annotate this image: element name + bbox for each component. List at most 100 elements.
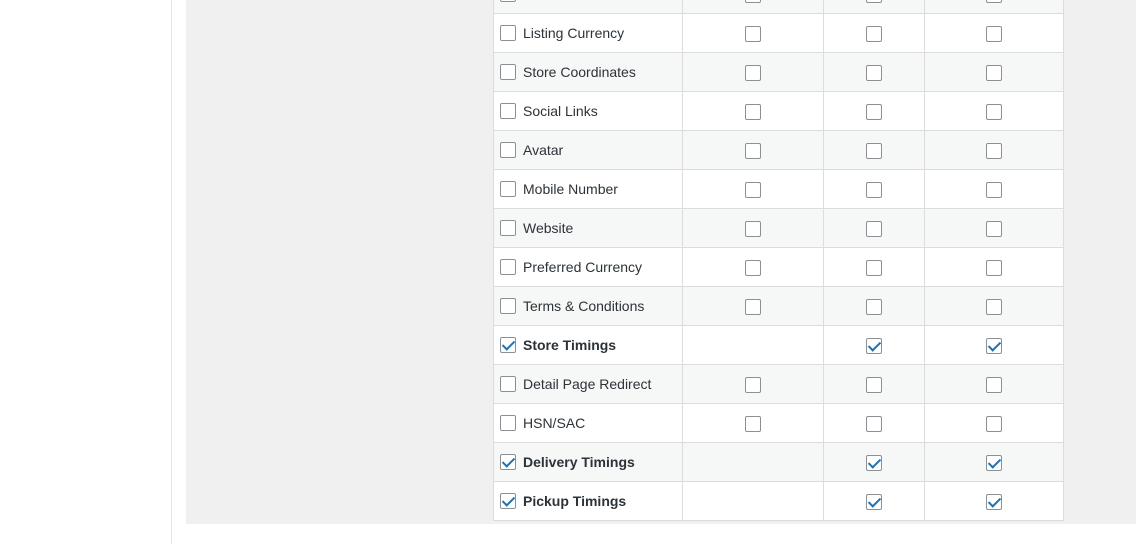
permission-checkbox-social-links-3[interactable]	[865, 103, 882, 120]
permission-cell-2	[681, 403, 824, 443]
permission-cell-3	[822, 0, 926, 14]
permission-checkbox-website-4[interactable]	[986, 220, 1003, 237]
field-label: Terms & Conditions	[523, 298, 645, 314]
permission-checkbox-avatar-2[interactable]	[744, 142, 761, 159]
permission-cell-4	[924, 169, 1064, 209]
permission-checkbox-pickup-timings-3[interactable]	[865, 493, 882, 510]
enable-checkbox-avatar[interactable]	[500, 142, 516, 158]
field-name-wrap: Terms & Conditions	[500, 298, 682, 314]
permission-checkbox-mobile-number-2[interactable]	[744, 181, 761, 198]
field-permissions-table: Listing Currency Store Coordinates Social …	[493, 0, 1064, 521]
field-label: Avatar	[523, 142, 564, 158]
permission-checkbox-hsn-sac-2[interactable]	[744, 415, 761, 432]
field-name-wrap: Website	[500, 220, 682, 236]
permission-cell-3	[822, 481, 926, 521]
permission-cell-2	[681, 286, 824, 326]
field-label: Store Timings	[523, 337, 617, 353]
permission-checkbox-field-2[interactable]	[744, 0, 761, 3]
table-row: Delivery Timings	[493, 442, 1064, 482]
field-name-cell: Social Links	[493, 91, 683, 131]
field-label: Delivery Timings	[523, 454, 635, 470]
permission-checkbox-hsn-sac-3[interactable]	[865, 415, 882, 432]
enable-checkbox-mobile-number[interactable]	[500, 181, 516, 197]
permission-checkbox-listing-currency-2[interactable]	[744, 25, 761, 42]
permission-cell-4	[924, 247, 1064, 287]
permission-checkbox-avatar-4[interactable]	[986, 142, 1003, 159]
field-name-wrap: Detail Page Redirect	[500, 376, 682, 392]
table-row: Social Links	[493, 91, 1064, 131]
sidebar-divider	[171, 0, 172, 544]
permission-checkbox-preferred-currency-4[interactable]	[986, 259, 1003, 276]
permission-checkbox-delivery-timings-4[interactable]	[986, 454, 1003, 471]
enable-checkbox-store-timings[interactable]	[500, 337, 516, 353]
permission-cell-3	[822, 208, 926, 248]
enable-checkbox-hsn-sac[interactable]	[500, 415, 516, 431]
enable-checkbox-social-links[interactable]	[500, 103, 516, 119]
permission-checkbox-listing-currency-4[interactable]	[986, 25, 1003, 42]
permission-cell-3	[822, 52, 926, 92]
permission-checkbox-store-coordinates-4[interactable]	[986, 64, 1003, 81]
field-name-cell: Listing Currency	[493, 13, 683, 53]
table-row: Website	[493, 208, 1064, 248]
permission-checkbox-mobile-number-3[interactable]	[865, 181, 882, 198]
permission-cell-4	[924, 364, 1064, 404]
enable-checkbox-preferred-currency[interactable]	[500, 259, 516, 275]
enable-checkbox-website[interactable]	[500, 220, 516, 236]
permission-cell-4	[924, 13, 1064, 53]
field-label: Pickup Timings	[523, 493, 627, 509]
field-name-cell: Website	[493, 208, 683, 248]
permission-checkbox-social-links-2[interactable]	[744, 103, 761, 120]
permission-checkbox-pickup-timings-4[interactable]	[986, 493, 1003, 510]
enable-checkbox-store-coordinates[interactable]	[500, 64, 516, 80]
permission-checkbox-store-coordinates-3[interactable]	[865, 64, 882, 81]
permission-cell-2	[681, 481, 824, 521]
field-name-wrap: Avatar	[500, 142, 682, 158]
enable-checkbox-terms-conditions[interactable]	[500, 298, 516, 314]
permission-checkbox-detail-page-redirect-2[interactable]	[744, 376, 761, 393]
permission-checkbox-listing-currency-3[interactable]	[865, 25, 882, 42]
permission-cell-3	[822, 247, 926, 287]
permission-checkbox-store-timings-4[interactable]	[986, 337, 1003, 354]
field-name-cell	[493, 0, 683, 14]
permission-checkbox-social-links-4[interactable]	[986, 103, 1003, 120]
field-name-cell: Delivery Timings	[493, 442, 683, 482]
permission-cell-2	[681, 325, 824, 365]
field-name-wrap	[500, 0, 682, 2]
permission-checkbox-terms-conditions-3[interactable]	[865, 298, 882, 315]
permission-cell-3	[822, 403, 926, 443]
field-name-cell: Pickup Timings	[493, 481, 683, 521]
field-label: Detail Page Redirect	[523, 376, 652, 392]
permission-checkbox-store-timings-3[interactable]	[865, 337, 882, 354]
permission-checkbox-delivery-timings-3[interactable]	[865, 454, 882, 471]
permission-checkbox-terms-conditions-4[interactable]	[986, 298, 1003, 315]
permission-checkbox-detail-page-redirect-4[interactable]	[986, 376, 1003, 393]
permission-cell-2	[681, 208, 824, 248]
permission-cell-2	[681, 130, 824, 170]
permission-cell-3	[822, 364, 926, 404]
permission-checkbox-field-4[interactable]	[986, 0, 1003, 3]
table-row	[493, 0, 1064, 14]
enable-checkbox-delivery-timings[interactable]	[500, 454, 516, 470]
field-name-cell: Preferred Currency	[493, 247, 683, 287]
permission-checkbox-website-2[interactable]	[744, 220, 761, 237]
permission-checkbox-field-3[interactable]	[865, 0, 882, 3]
permission-checkbox-mobile-number-4[interactable]	[986, 181, 1003, 198]
permission-cell-3	[822, 442, 926, 482]
permission-checkbox-website-3[interactable]	[865, 220, 882, 237]
permission-cell-4	[924, 0, 1064, 14]
permission-checkbox-preferred-currency-2[interactable]	[744, 259, 761, 276]
enable-checkbox-detail-page-redirect[interactable]	[500, 376, 516, 392]
permission-checkbox-detail-page-redirect-3[interactable]	[865, 376, 882, 393]
permission-checkbox-preferred-currency-3[interactable]	[865, 259, 882, 276]
table-row: Avatar	[493, 130, 1064, 170]
permission-checkbox-terms-conditions-2[interactable]	[744, 298, 761, 315]
table-row: Detail Page Redirect	[493, 364, 1064, 404]
enable-checkbox-pickup-timings[interactable]	[500, 493, 516, 509]
field-permissions-body: Listing Currency Store Coordinates Social …	[493, 0, 1064, 521]
permission-checkbox-avatar-3[interactable]	[865, 142, 882, 159]
enable-checkbox-field[interactable]	[500, 0, 516, 2]
permission-checkbox-store-coordinates-2[interactable]	[744, 64, 761, 81]
field-label: Mobile Number	[523, 181, 618, 197]
enable-checkbox-listing-currency[interactable]	[500, 25, 516, 41]
permission-checkbox-hsn-sac-4[interactable]	[986, 415, 1003, 432]
